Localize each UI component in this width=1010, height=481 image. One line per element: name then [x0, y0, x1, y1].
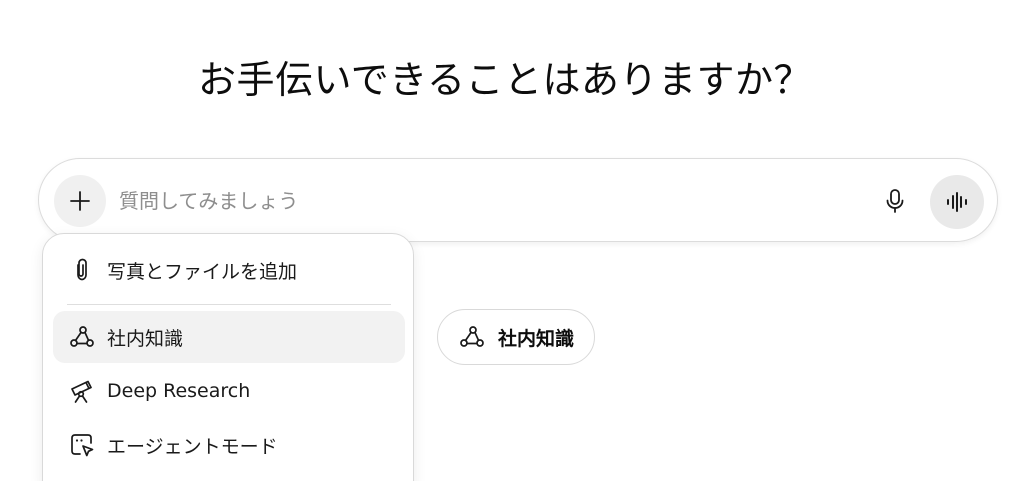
menu-item-label: 社内知識: [107, 327, 184, 350]
voice-mode-button[interactable]: [930, 175, 984, 229]
connected-nodes-icon: [67, 322, 97, 352]
menu-item-label: Deep Research: [107, 380, 251, 402]
menu-item-label: エージェントモード: [107, 435, 278, 458]
plus-icon: [68, 189, 92, 213]
menu-item-agent-mode[interactable]: エージェントモード: [53, 419, 405, 471]
add-attachment-button[interactable]: [54, 175, 106, 227]
menu-item-add-photos-files[interactable]: 写真とファイルを追加: [53, 244, 405, 296]
tools-menu: 写真とファイルを追加 社内知識 Deep Research エージェントモード: [42, 233, 414, 481]
prompt-input[interactable]: [119, 183, 839, 219]
prompt-composer: [38, 158, 998, 242]
agent-cursor-icon: [67, 430, 97, 460]
dictate-button[interactable]: [875, 181, 915, 221]
menu-item-company-knowledge[interactable]: 社内知識: [53, 311, 405, 363]
telescope-icon: [67, 376, 97, 406]
selected-tool-chip-company-knowledge[interactable]: 社内知識: [437, 309, 596, 365]
chat-home-page: お手伝いできることはありますか？ 質問してみましょう 社内知識 写真とファイルを…: [0, 0, 1010, 481]
page-title: お手伝いできることはありますか？: [197, 58, 813, 102]
voice-waveform-icon: [945, 191, 969, 213]
menu-divider: [67, 304, 391, 305]
chip-label: 社内知識: [498, 327, 575, 350]
microphone-icon: [883, 188, 907, 214]
menu-item-label: 写真とファイルを追加: [107, 260, 298, 283]
connected-nodes-icon: [458, 323, 486, 351]
menu-item-deep-research[interactable]: Deep Research: [53, 365, 405, 417]
paperclip-icon: [67, 255, 97, 285]
